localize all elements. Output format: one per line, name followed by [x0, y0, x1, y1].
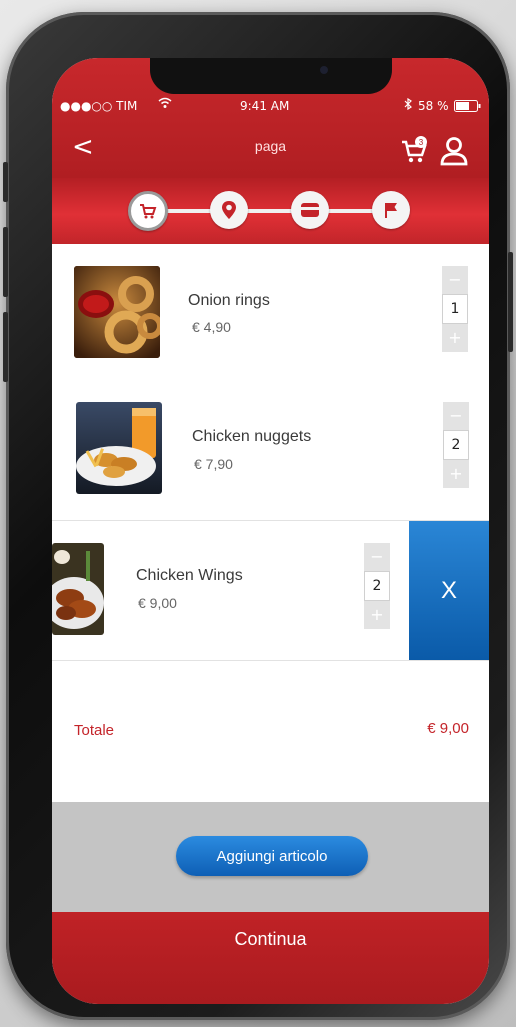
quantity-value: 2 [364, 571, 390, 601]
location-pin-icon [222, 201, 236, 219]
total-label: Totale [74, 722, 115, 739]
volume-down-button [3, 312, 8, 382]
delete-item-button[interactable]: X [409, 521, 489, 661]
step-payment[interactable] [291, 191, 329, 229]
app-screen: ●●●○○ TIM 9:41 AM 58 % < paga 3 Onion ri… [52, 58, 489, 1004]
checkout-steps [52, 178, 489, 244]
cart-item-row-swiped[interactable]: Chicken Wings € 9,00 − 2 + [52, 521, 409, 659]
decrease-quantity-button[interactable]: − [443, 402, 469, 430]
item-price: € 7,90 [194, 456, 233, 472]
clock: 9:41 AM [240, 99, 290, 113]
item-image-chicken-nuggets [76, 402, 162, 494]
mute-switch [3, 162, 8, 202]
wifi-icon [158, 97, 172, 112]
row-divider [52, 660, 489, 661]
carrier-label: ●●●○○ TIM [60, 99, 138, 113]
increase-quantity-button[interactable]: + [442, 324, 468, 352]
step-address[interactable] [210, 191, 248, 229]
volume-up-button [3, 227, 8, 297]
total-value: € 9,00 [427, 720, 469, 737]
cart-badge: 3 [419, 138, 424, 147]
phone-frame: ●●●○○ TIM 9:41 AM 58 % < paga 3 Onion ri… [3, 12, 513, 1020]
add-item-button[interactable]: Aggiungi articolo [176, 836, 368, 876]
steps-connector [162, 209, 390, 213]
cart-item-row: Onion rings € 4,90 − 1 + [52, 244, 489, 382]
profile-button[interactable] [437, 134, 471, 168]
quantity-stepper: − 1 + [442, 266, 468, 352]
item-name: Onion rings [188, 292, 270, 309]
battery-icon [454, 100, 482, 115]
step-cart[interactable] [128, 191, 168, 231]
user-icon [440, 137, 468, 166]
cart-button[interactable]: 3 [400, 136, 430, 166]
totals-section: Totale € 9,00 [52, 708, 489, 788]
power-button [508, 252, 513, 352]
continue-button[interactable]: Continua [52, 912, 489, 1004]
app-bar: < paga 3 [52, 126, 489, 176]
credit-card-icon [301, 203, 319, 217]
item-price: € 9,00 [138, 595, 177, 611]
flag-icon [385, 203, 397, 218]
item-image-onion-rings [74, 266, 160, 358]
bluetooth-icon [404, 97, 412, 113]
item-price: € 4,90 [192, 319, 231, 335]
step-confirm[interactable] [372, 191, 410, 229]
decrease-quantity-button[interactable]: − [364, 543, 390, 571]
item-image-chicken-wings [52, 543, 104, 635]
continue-label: Continua [234, 929, 307, 949]
notch [150, 58, 392, 94]
increase-quantity-button[interactable]: + [443, 460, 469, 488]
cart-icon [140, 204, 157, 219]
cart-icon: 3 [402, 136, 427, 163]
status-bar: ●●●○○ TIM 9:41 AM 58 % [52, 96, 489, 118]
decrease-quantity-button[interactable]: − [442, 266, 468, 294]
quantity-value: 1 [442, 294, 468, 324]
front-camera [320, 66, 328, 74]
quantity-stepper: − 2 + [364, 543, 390, 629]
increase-quantity-button[interactable]: + [364, 601, 390, 629]
cart-item-row: Chicken nuggets € 7,90 − 2 + [52, 380, 489, 518]
add-item-area: Aggiungi articolo [52, 802, 489, 912]
quantity-value: 2 [443, 430, 469, 460]
battery-percent: 58 % [418, 99, 449, 113]
item-name: Chicken nuggets [192, 428, 312, 445]
quantity-stepper: − 2 + [443, 402, 469, 488]
item-name: Chicken Wings [136, 567, 243, 584]
